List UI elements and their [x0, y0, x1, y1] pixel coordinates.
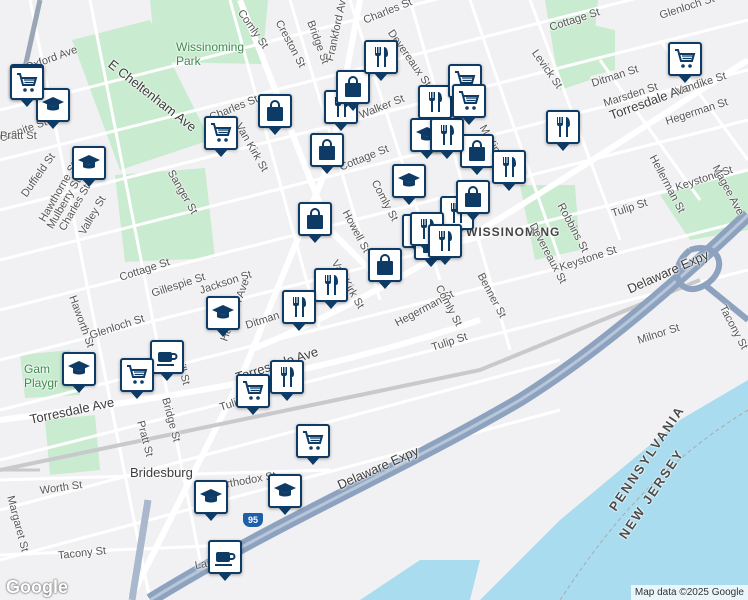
graduation-cap-icon — [41, 93, 65, 117]
shopping-cart-icon — [673, 47, 697, 71]
restaurant-marker[interactable] — [270, 360, 304, 401]
fork-knife-icon — [423, 90, 447, 114]
graduation-cap-icon — [273, 479, 297, 503]
restaurant-marker[interactable] — [546, 110, 580, 151]
graduation-cap-icon — [211, 301, 235, 325]
grocery-marker[interactable] — [120, 358, 154, 399]
fork-knife-icon — [369, 45, 393, 69]
fork-knife-icon — [433, 229, 457, 253]
fork-knife-icon — [287, 295, 311, 319]
graduation-cap-icon — [397, 169, 421, 193]
shopping-bag-icon — [263, 99, 287, 123]
restaurant-marker[interactable] — [418, 85, 452, 126]
store-marker[interactable] — [310, 133, 344, 174]
park-area — [115, 168, 215, 262]
fork-knife-icon — [497, 155, 521, 179]
restaurant-marker[interactable] — [492, 150, 526, 191]
restaurant-marker[interactable] — [364, 40, 398, 81]
shopping-bag-icon — [315, 138, 339, 162]
graduation-cap-icon — [199, 485, 223, 509]
label-pratt-st-left: Pratt St — [0, 130, 37, 142]
store-marker[interactable] — [368, 248, 402, 289]
graduation-cap-icon — [77, 151, 101, 175]
shopping-cart-icon — [15, 71, 39, 95]
i95-shield: 95 — [243, 513, 263, 527]
shopping-bag-icon — [341, 75, 365, 99]
label-gambrel-playground: Gam Playgr — [24, 362, 59, 390]
fork-knife-icon — [435, 123, 459, 147]
shopping-cart-icon — [209, 121, 233, 145]
restaurant-marker[interactable] — [430, 118, 464, 159]
shopping-cart-icon — [125, 363, 149, 387]
map-canvas[interactable]: Wissinoming Park Gam Playgr WISSINOMING Bri… — [0, 0, 748, 600]
restaurant-marker[interactable] — [428, 224, 462, 265]
graduation-cap-icon — [67, 357, 91, 381]
store-marker[interactable] — [298, 202, 332, 243]
school-marker[interactable] — [268, 474, 302, 515]
shopping-cart-icon — [457, 89, 481, 113]
delaware-river — [480, 380, 748, 600]
cafe-marker[interactable] — [208, 540, 242, 581]
cafe-marker[interactable] — [150, 340, 184, 381]
google-logo: Google — [6, 577, 68, 597]
restaurant-marker[interactable] — [282, 290, 316, 331]
grocery-marker[interactable] — [204, 116, 238, 157]
label-neighborhood: WISSINOMING — [466, 225, 561, 239]
grocery-marker[interactable] — [452, 84, 486, 125]
store-marker[interactable] — [456, 180, 490, 221]
grocery-marker[interactable] — [296, 424, 330, 465]
label-bridesburg: Bridesburg — [130, 465, 193, 480]
coffee-cup-icon — [155, 345, 179, 369]
store-marker[interactable] — [460, 134, 494, 175]
river-inlet — [360, 560, 480, 600]
shopping-cart-icon — [301, 429, 325, 453]
school-marker[interactable] — [206, 296, 240, 337]
restaurant-marker[interactable] — [314, 268, 348, 309]
shopping-bag-icon — [373, 253, 397, 277]
school-marker[interactable] — [62, 352, 96, 393]
shopping-bag-icon — [461, 185, 485, 209]
fork-knife-icon — [551, 115, 575, 139]
school-marker[interactable] — [392, 164, 426, 205]
grocery-marker[interactable] — [10, 66, 44, 107]
store-marker[interactable] — [258, 94, 292, 135]
grocery-marker[interactable] — [668, 42, 702, 83]
shopping-bag-icon — [465, 139, 489, 163]
fork-knife-icon — [275, 365, 299, 389]
fork-knife-icon — [319, 273, 343, 297]
coffee-cup-icon — [213, 545, 237, 569]
store-marker[interactable] — [336, 70, 370, 111]
grocery-marker[interactable] — [236, 374, 270, 415]
map-attribution[interactable]: Map data ©2025 Google — [630, 585, 748, 600]
school-marker[interactable] — [194, 480, 228, 521]
shopping-cart-icon — [241, 379, 265, 403]
school-marker[interactable] — [72, 146, 106, 187]
label-wissinoming-park: Wissinoming Park — [176, 40, 245, 68]
shopping-bag-icon — [303, 207, 327, 231]
